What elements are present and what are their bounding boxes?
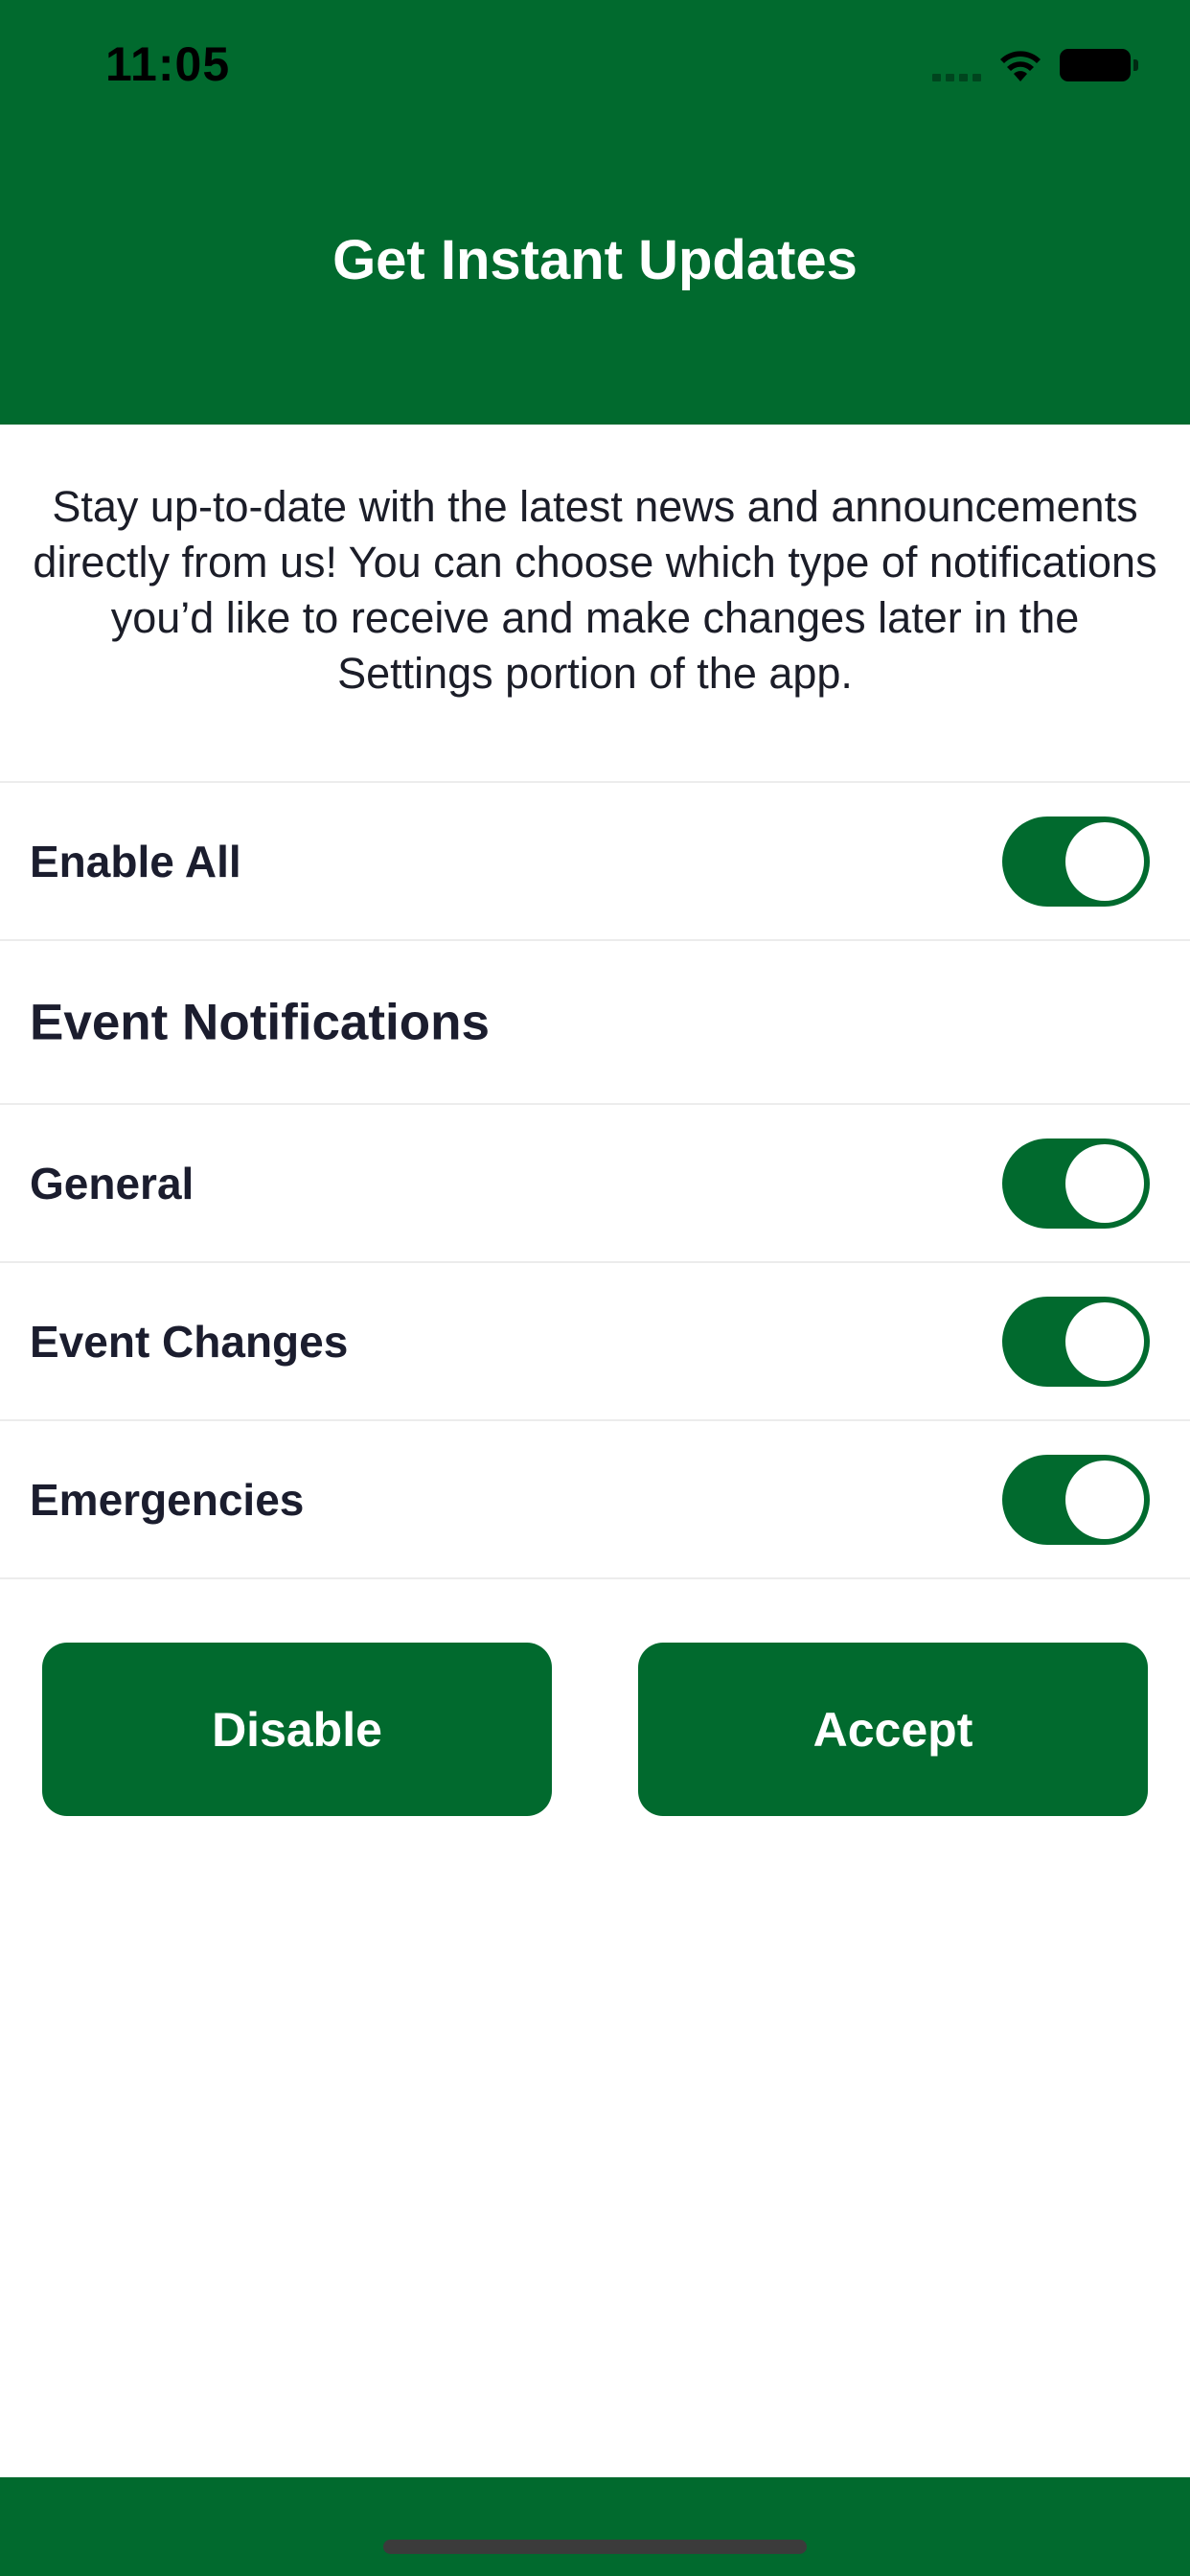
notification-row-general: General (0, 1103, 1190, 1261)
notification-row-event-changes: Event Changes (0, 1261, 1190, 1419)
page-title: Get Instant Updates (332, 229, 858, 291)
accept-button[interactable]: Accept (638, 1643, 1148, 1816)
event-changes-toggle[interactable] (1002, 1296, 1150, 1387)
notification-preferences-screen: 11:05 Get Instant Updates Stay up-to-dat… (0, 0, 1190, 2576)
status-icons (932, 46, 1138, 84)
enable-all-toggle[interactable] (1002, 816, 1150, 907)
header: 11:05 Get Instant Updates (0, 0, 1190, 425)
divider (0, 1577, 1190, 1579)
toggle-knob (1065, 1460, 1144, 1539)
disable-button[interactable]: Disable (42, 1643, 552, 1816)
emergencies-toggle[interactable] (1002, 1454, 1150, 1545)
bottom-bar (0, 2477, 1190, 2576)
status-time: 11:05 (105, 37, 231, 91)
enable-all-label: Enable All (30, 836, 241, 886)
section-title: Event Notifications (30, 994, 491, 1050)
wifi-icon (1000, 51, 1041, 81)
emergencies-label: Emergencies (30, 1474, 305, 1525)
intro-text: Stay up-to-date with the latest news and… (33, 482, 1157, 698)
notification-row-emergencies: Emergencies (0, 1419, 1190, 1577)
enable-all-row: Enable All (0, 781, 1190, 939)
home-indicator[interactable] (383, 2540, 807, 2554)
toggle-knob (1065, 1143, 1144, 1223)
general-toggle[interactable] (1002, 1138, 1150, 1229)
event-changes-label: Event Changes (30, 1316, 349, 1367)
battery-icon (1060, 49, 1138, 81)
toggle-knob (1065, 821, 1144, 901)
cellular-signal-icon (932, 49, 981, 81)
section-header-row: Event Notifications (0, 939, 1190, 1103)
toggle-knob (1065, 1301, 1144, 1381)
general-label: General (30, 1158, 195, 1208)
